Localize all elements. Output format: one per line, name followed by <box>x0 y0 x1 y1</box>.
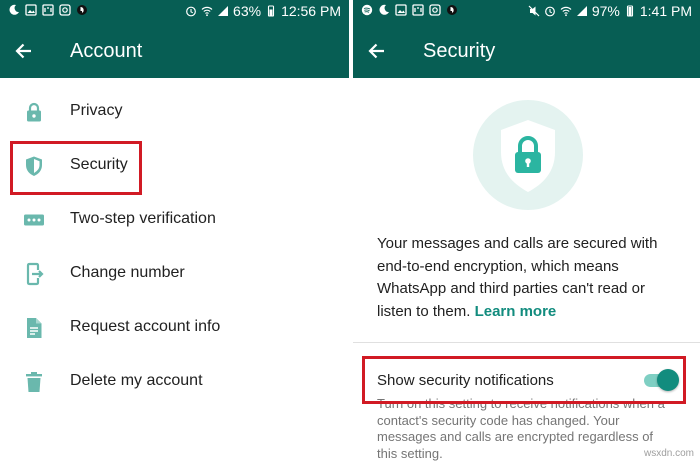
wifi-icon <box>201 5 213 17</box>
spotify-icon <box>361 4 373 16</box>
dots-icon <box>22 208 46 232</box>
alarm-icon <box>544 5 556 17</box>
document-icon <box>22 316 46 340</box>
encryption-lock-illustration <box>473 100 583 210</box>
phone-transfer-icon <box>22 262 46 286</box>
page-title: Security <box>423 40 496 62</box>
battery-percent: 97% <box>591 3 620 19</box>
menu-item-label: Two-step verification <box>70 210 216 227</box>
menu-item-request-account-info[interactable]: Request account info <box>0 301 349 355</box>
menu-item-two-step-verification[interactable]: Two-step verification <box>0 193 349 247</box>
divider <box>353 342 700 343</box>
encryption-description: Your messages and calls are secured with… <box>377 233 677 323</box>
learn-more-link[interactable]: Learn more <box>475 303 557 320</box>
trash-icon <box>22 370 46 394</box>
highlight-box <box>362 356 686 404</box>
alarm-icon <box>185 5 197 17</box>
battery-icon <box>624 5 636 17</box>
voicemail-icon <box>412 4 424 16</box>
menu-item-delete-account[interactable]: Delete my account <box>0 355 349 409</box>
back-button[interactable] <box>363 37 391 65</box>
arrow-left-icon <box>368 43 384 59</box>
highlight-box <box>10 141 142 195</box>
app-badge-icon <box>446 4 458 16</box>
clock: 12:56 PM <box>281 3 341 19</box>
mute-icon <box>528 5 540 17</box>
menu-item-privacy[interactable]: Privacy <box>0 85 349 139</box>
menu-item-label: Change number <box>70 264 185 281</box>
voicemail-icon <box>42 4 54 16</box>
status-bar: 97% 1:41 PM <box>353 0 700 24</box>
moon-icon <box>8 4 20 16</box>
app-notification-icon <box>429 4 441 16</box>
moon-icon <box>378 4 390 16</box>
back-button[interactable] <box>10 37 38 65</box>
menu-item-label: Privacy <box>70 102 123 119</box>
gallery-icon <box>25 4 37 16</box>
signal-icon <box>576 5 588 17</box>
status-bar: 63% 12:56 PM <box>0 0 349 24</box>
gallery-icon <box>395 4 407 16</box>
menu-item-change-number[interactable]: Change number <box>0 247 349 301</box>
menu-item-label: Request account info <box>70 318 221 335</box>
setting-description: Turn on this setting to receive notifica… <box>377 396 665 461</box>
app-notification-icon <box>59 4 71 16</box>
battery-percent: 63% <box>233 3 262 19</box>
signal-icon <box>217 5 229 17</box>
wifi-icon <box>560 5 572 17</box>
menu-item-label: Delete my account <box>70 372 203 389</box>
security-screen: 97% 1:41 PM Security Your messages and c… <box>353 0 700 462</box>
lock-icon <box>22 100 46 124</box>
app-bar: Security <box>353 24 700 78</box>
watermark: wsxdn.com <box>643 448 694 459</box>
arrow-left-icon <box>15 43 31 59</box>
battery-icon <box>265 5 277 17</box>
app-badge-icon <box>76 4 88 16</box>
account-screen: 63% 12:56 PM Account Privacy Security Tw… <box>0 0 349 462</box>
page-title: Account <box>70 40 143 62</box>
clock: 1:41 PM <box>639 3 692 19</box>
app-bar: Account <box>0 24 349 78</box>
